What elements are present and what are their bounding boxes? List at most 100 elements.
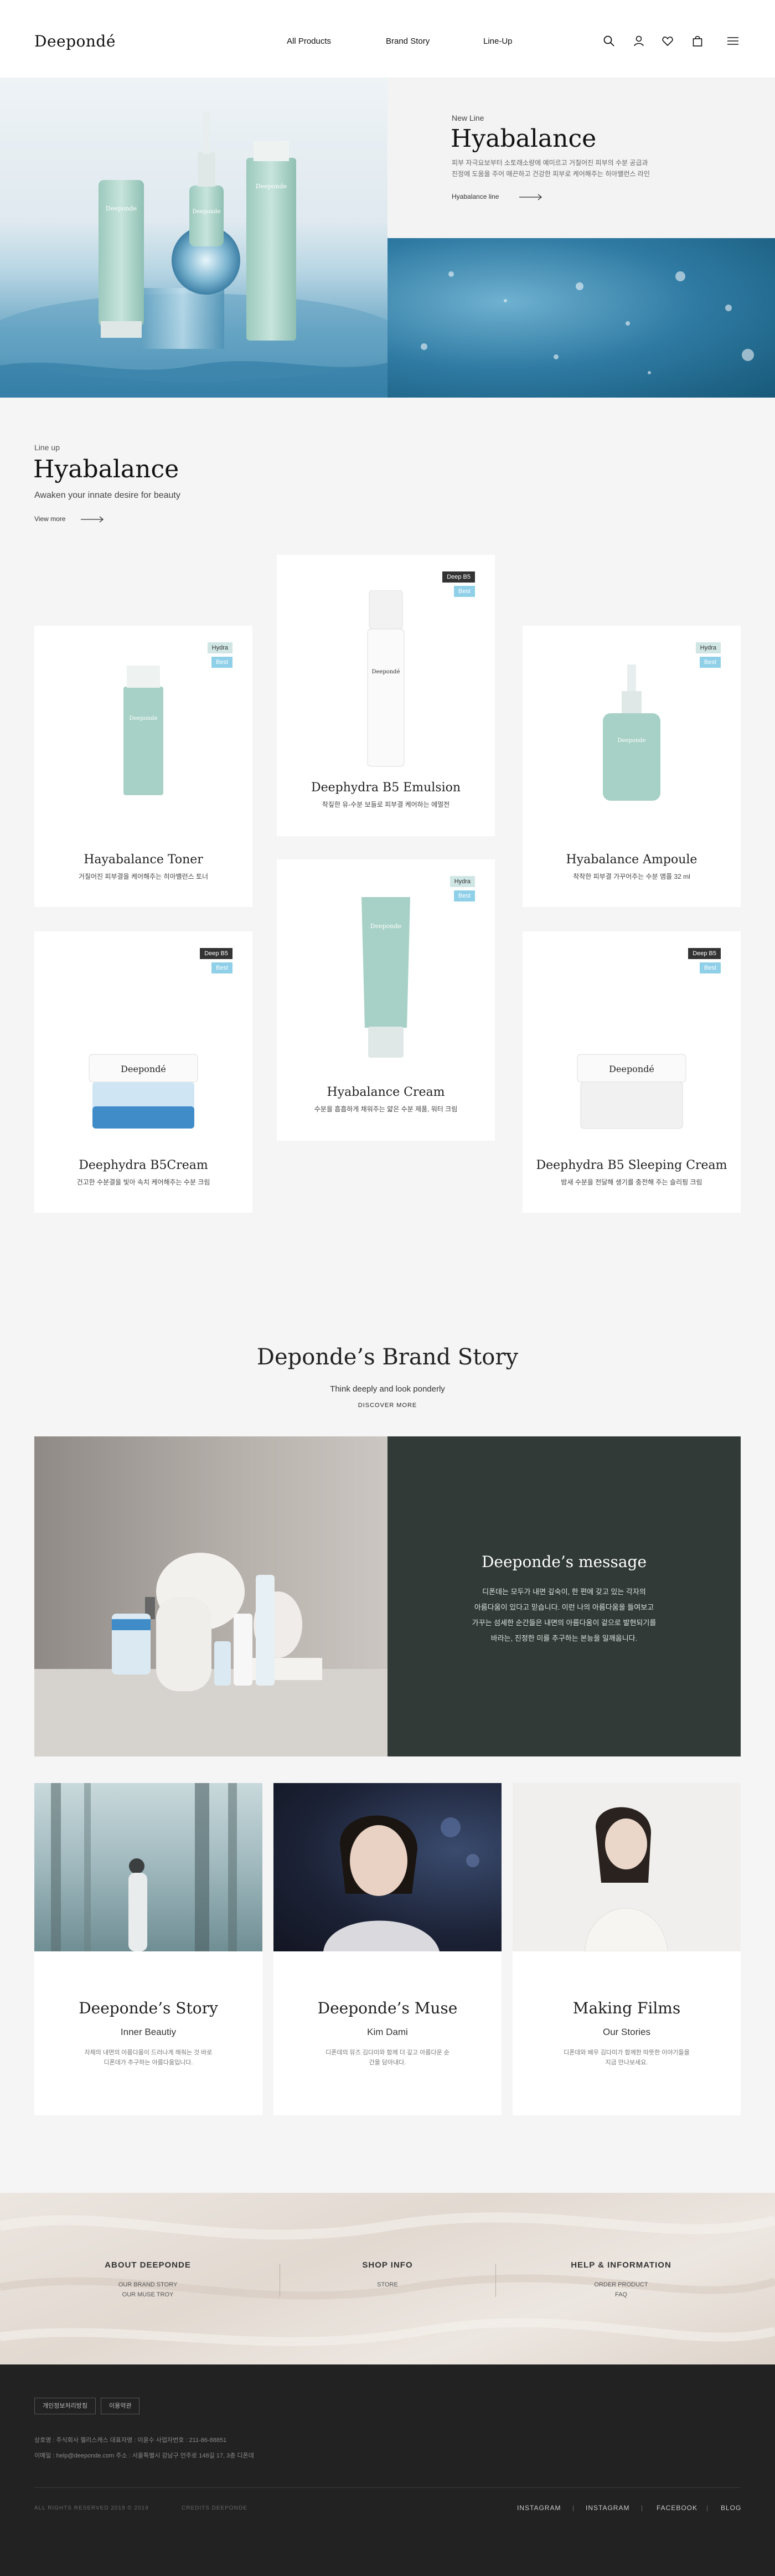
hero-product-image: Deeponde Deeponde Deeponde	[0, 78, 388, 398]
product-card-b5-cream[interactable]: Deep B5 Best Deepondé Deephydra B5Cream …	[34, 931, 252, 1213]
product-desc: 착착한 피부결 가꾸어주는 수분 앰플 32 ml	[573, 873, 690, 880]
brand-logo[interactable]: Deepondé	[34, 32, 116, 50]
product-desc: 착짚한 유-수분 보들로 피부결 케어하는 에멀전	[322, 801, 450, 808]
product-name: Deephydra B5 Emulsion	[311, 781, 461, 795]
svg-text:Deeponde: Deeponde	[256, 183, 287, 190]
cream-tube-image: Deeponde	[361, 897, 410, 1058]
terms-button[interactable]: 이용약관	[101, 2398, 140, 2414]
hero-desc-line2: 진정에 도움을 주어 매끈하고 건강한 피부로 케어해주는 히아밸런스 라인	[452, 170, 650, 178]
product-card-ampoule[interactable]: Hydra Best Deeponde Hyabalance Ampoule 착…	[523, 626, 741, 907]
ampoule-bottle-image: Deeponde	[603, 664, 660, 801]
footer-link-muse[interactable]: OUR MUSE TROY	[92, 2291, 203, 2298]
brand-message-panel: Deeponde’s message 디폰데는 모두가 내면 깊숙이, 한 편에…	[388, 1436, 741, 1756]
story-title: Deeponde’s Story	[79, 1999, 218, 2017]
search-icon[interactable]	[602, 34, 616, 48]
hero-text-panel: New Line Hyabalance 피부 자극요보부터 소토래소량에 예미르…	[388, 78, 775, 238]
lineup-title: Hyabalance	[33, 455, 179, 483]
product-badge-best: Best	[211, 657, 232, 668]
lineup-view-more[interactable]: View more	[34, 515, 65, 523]
story-card-muse[interactable]: Deeponde’s Muse Kim Dami 디폰데의 뮤즈 김다미와 함께…	[273, 1783, 502, 2115]
copyright-text: ALL RIGHTS RESERVED 2019 © 2019	[34, 2505, 149, 2511]
story-card-films[interactable]: Making Films Our Stories 디폰데와 배우 김다미가 함께…	[513, 1783, 741, 2115]
sns-facebook-link[interactable]: FACEBOOK	[657, 2504, 698, 2512]
story-desc: 자체의 내면의 아름다움이 드러나게 해줘는 것 바로 디폰데가 추구하는 아름…	[84, 2049, 213, 2066]
hero-water-texture	[388, 238, 775, 398]
product-badge-best: Best	[699, 962, 721, 973]
product-desc: 거칠어진 피부결을 케어해주는 히아밸런스 토너	[78, 873, 209, 880]
footer-link-brand-story[interactable]: OUR BRAND STORY	[92, 2281, 203, 2288]
company-info-line-1: 상호명 : 주식회사 젤리스캐스 대표자명 : 이윤수 사업자번호 : 211-…	[34, 2437, 227, 2444]
footer-links-section: ABOUT DEEPONDE OUR BRAND STORY OUR MUSE …	[0, 2193, 775, 2364]
footer-link-store[interactable]: STORE	[332, 2281, 443, 2288]
svg-text:Deepondé: Deepondé	[371, 669, 400, 675]
sns-separator: |	[641, 2504, 643, 2512]
brand-message-title: Deeponde’s message	[481, 1553, 647, 1571]
brand-story-title: Deponde’s Brand Story	[256, 1344, 519, 1370]
product-name: Hayabalance Toner	[84, 853, 203, 867]
hero-line-link[interactable]: Hyabalance line	[452, 193, 499, 200]
sns-instagram-link-2[interactable]: INSTAGRAM	[586, 2504, 629, 2512]
product-name: Deephydra B5 Sleeping Cream	[536, 1158, 727, 1172]
lineup-eyebrow: Line up	[34, 443, 60, 452]
product-badge-line: Hydra	[695, 642, 721, 653]
svg-text:Deeponde: Deeponde	[617, 738, 645, 744]
nav-all-products[interactable]: All Products	[287, 37, 331, 46]
arrow-right-icon[interactable]	[519, 194, 542, 200]
product-card-toner[interactable]: Hydra Best Deeponde Hayabalance Toner 거칠…	[34, 626, 252, 907]
b5-cream-jar-image: Deepondé	[89, 1054, 198, 1129]
hero-title: Hyabalance	[451, 125, 597, 153]
product-card-hyabalance-cream[interactable]: Hydra Best Deeponde Hyabalance Cream 수분을…	[277, 859, 495, 1141]
product-name: Hyabalance Cream	[327, 1085, 445, 1099]
product-desc: 밤새 수분을 전달해 생기를 충전해 주는 슬리핑 크림	[561, 1178, 702, 1186]
footer-divider	[495, 2264, 496, 2297]
product-badge-line: Hydra	[207, 642, 232, 653]
footer-bottom: 개인정보처리방침 이용약관 상호명 : 주식회사 젤리스캐스 대표자명 : 이윤…	[0, 2364, 775, 2576]
company-info-line-2: 이메일 : help@deeponde.com 주소 : 서울특별시 강남구 언…	[34, 2453, 254, 2459]
footer-shop-title: SHOP INFO	[362, 2260, 413, 2270]
brand-message-line-3: 가꾸는 섬세한 순간들은 내면의 아름다움이 겉으로 발현되기를	[472, 1619, 657, 1627]
svg-text:Deeponde: Deeponde	[106, 205, 137, 212]
hero-eyebrow: New Line	[452, 114, 484, 122]
svg-text:Deeponde: Deeponde	[129, 715, 157, 722]
brand-story-discover-link[interactable]: DISCOVER MORE	[0, 1402, 775, 1409]
user-icon[interactable]	[632, 34, 645, 48]
svg-text:Deeponde: Deeponde	[192, 209, 220, 215]
story-subtitle: Kim Dami	[367, 2027, 408, 2037]
product-badge-line: Deep B5	[688, 948, 721, 959]
brand-story-subtitle: Think deeply and look ponderly	[330, 1384, 445, 1394]
product-desc: 건고한 수분결을 빛아 속치 케어해주는 수분 크림	[76, 1178, 210, 1186]
product-badge-best: Best	[453, 586, 475, 597]
svg-text:Deeponde: Deeponde	[370, 923, 401, 930]
product-card-emulsion[interactable]: Deep B5 Best Deepondé Deephydra B5 Emuls…	[277, 555, 495, 836]
privacy-policy-button[interactable]: 개인정보처리방침	[34, 2398, 96, 2414]
product-badge-line: Deep B5	[442, 571, 475, 583]
bag-icon[interactable]	[691, 34, 704, 48]
nav-line-up[interactable]: Line-Up	[483, 37, 513, 46]
product-name: Hyabalance Ampoule	[566, 853, 698, 867]
product-card-sleeping-cream[interactable]: Deep B5 Best Deepondé Deephydra B5 Sleep…	[523, 931, 741, 1213]
heart-icon[interactable]	[661, 34, 674, 48]
sns-instagram-link[interactable]: INSTAGRAM	[517, 2504, 561, 2512]
sns-blog-link[interactable]: BLOG	[721, 2504, 741, 2512]
product-badge-line: Hydra	[450, 876, 475, 887]
brand-message-line-2: 아름다움이 있다고 믿습니다. 이런 나의 아름다움을 들여보고	[474, 1603, 654, 1611]
footer-about-title: ABOUT DEEPONDE	[105, 2260, 191, 2270]
menu-icon[interactable]	[726, 34, 740, 48]
story-desc: 디폰데의 뮤즈 김다미와 함께 더 깊고 아름다운 순간을 담아내다.	[326, 2049, 450, 2066]
footer-help-title: HELP & INFORMATION	[571, 2260, 671, 2270]
brand-message-line-4: 바라는, 진정한 미를 추구하는 본능을 일깨웁니다.	[490, 1634, 638, 1642]
nav-brand-story[interactable]: Brand Story	[386, 37, 430, 46]
product-badge-best: Best	[699, 657, 721, 668]
arrow-right-icon[interactable]	[81, 516, 104, 523]
muse-portrait-photo	[273, 1783, 502, 1951]
story-card-brand[interactable]: Deeponde’s Story Inner Beautiy 자체의 내면의 아…	[34, 1783, 262, 2115]
story-title: Deeponde’s Muse	[317, 1999, 458, 2017]
footer-link-order[interactable]: ORDER PRODUCT	[566, 2281, 676, 2288]
credits-text: CREDITS DEEPONDE	[182, 2505, 247, 2511]
brand-message-line-1: 디폰데는 모두가 내면 깊숙이, 한 편에 갖고 있는 각자의	[482, 1588, 646, 1596]
footer-link-faq[interactable]: FAQ	[566, 2291, 676, 2298]
story-desc: 디폰데와 배우 김다미가 함께한 따뜻한 이야기들을 지금 만나보세요.	[564, 2049, 690, 2066]
footer-divider	[34, 2487, 741, 2488]
emulsion-bottle-image: Deepondé	[367, 590, 405, 767]
product-badge-best: Best	[211, 962, 232, 973]
